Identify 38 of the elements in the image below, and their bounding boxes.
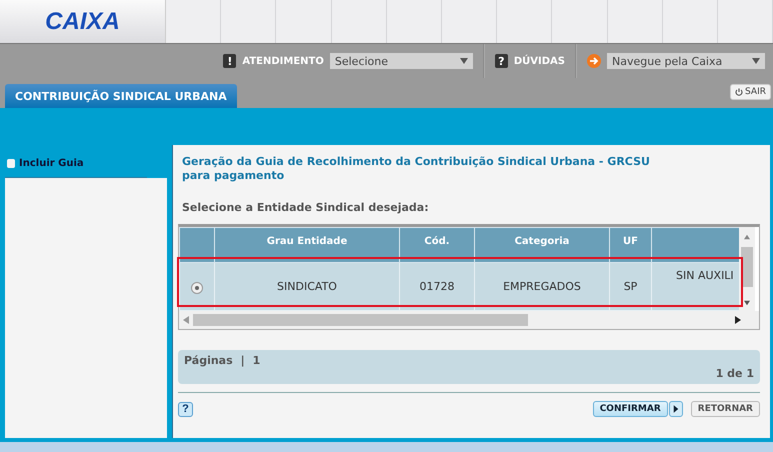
- help-button[interactable]: ?: [178, 402, 193, 416]
- power-icon: [735, 88, 744, 96]
- table-cell: SIN AUXILI: [652, 262, 739, 310]
- section-tab[interactable]: CONTRIBUIÇÃO SINDICAL URBANA: [5, 84, 237, 108]
- column-header: Cód.: [400, 228, 474, 262]
- atendimento-label: ATENDIMENTO: [242, 56, 324, 66]
- arrow-right-icon: [587, 54, 601, 68]
- separator: |: [240, 354, 245, 367]
- vertical-scrollbar[interactable]: [739, 227, 755, 311]
- table-cell: 01728: [400, 262, 474, 310]
- column-header: Categoria: [474, 228, 610, 262]
- column-header: UF: [610, 228, 652, 262]
- column-header: [180, 228, 214, 262]
- scroll-right-icon[interactable]: [735, 316, 741, 324]
- pages-label: Páginas: [184, 354, 233, 367]
- table-cell: SP: [610, 262, 652, 310]
- exclamation-icon: !: [223, 54, 236, 68]
- page-title: Geração da Guia de Recolhimento da Contribuição Sindical Urbana - GRCSU para pagamento: [182, 155, 651, 183]
- scroll-up-icon[interactable]: [744, 233, 750, 241]
- question-icon: ?: [494, 54, 508, 68]
- page-link[interactable]: 1: [252, 354, 260, 367]
- dropdown-arrow-icon: [460, 58, 468, 64]
- sair-button[interactable]: SAIR: [730, 84, 771, 100]
- navegue-dropdown[interactable]: Navegue pela Caixa: [607, 53, 765, 69]
- page-count: 1 de 1: [716, 367, 754, 380]
- horizontal-scrollbar[interactable]: [179, 311, 759, 329]
- instruction-text: Selecione a Entidade Sindical desejada:: [182, 201, 430, 214]
- table-cell: SINDICATO: [214, 262, 400, 310]
- column-header: Grau Entidade: [214, 228, 400, 262]
- play-icon[interactable]: [668, 401, 683, 417]
- return-button[interactable]: RETORNAR: [690, 401, 760, 417]
- caixa-logo[interactable]: CAIXA: [0, 0, 166, 43]
- scroll-down-icon[interactable]: [744, 299, 750, 307]
- confirm-button[interactable]: CONFIRMAR: [592, 401, 668, 417]
- dropdown-arrow-icon: [752, 58, 760, 64]
- radio-button[interactable]: [191, 282, 203, 294]
- table-cell: EMPREGADOS: [474, 262, 610, 310]
- atendimento-dropdown[interactable]: Selecione: [330, 53, 473, 69]
